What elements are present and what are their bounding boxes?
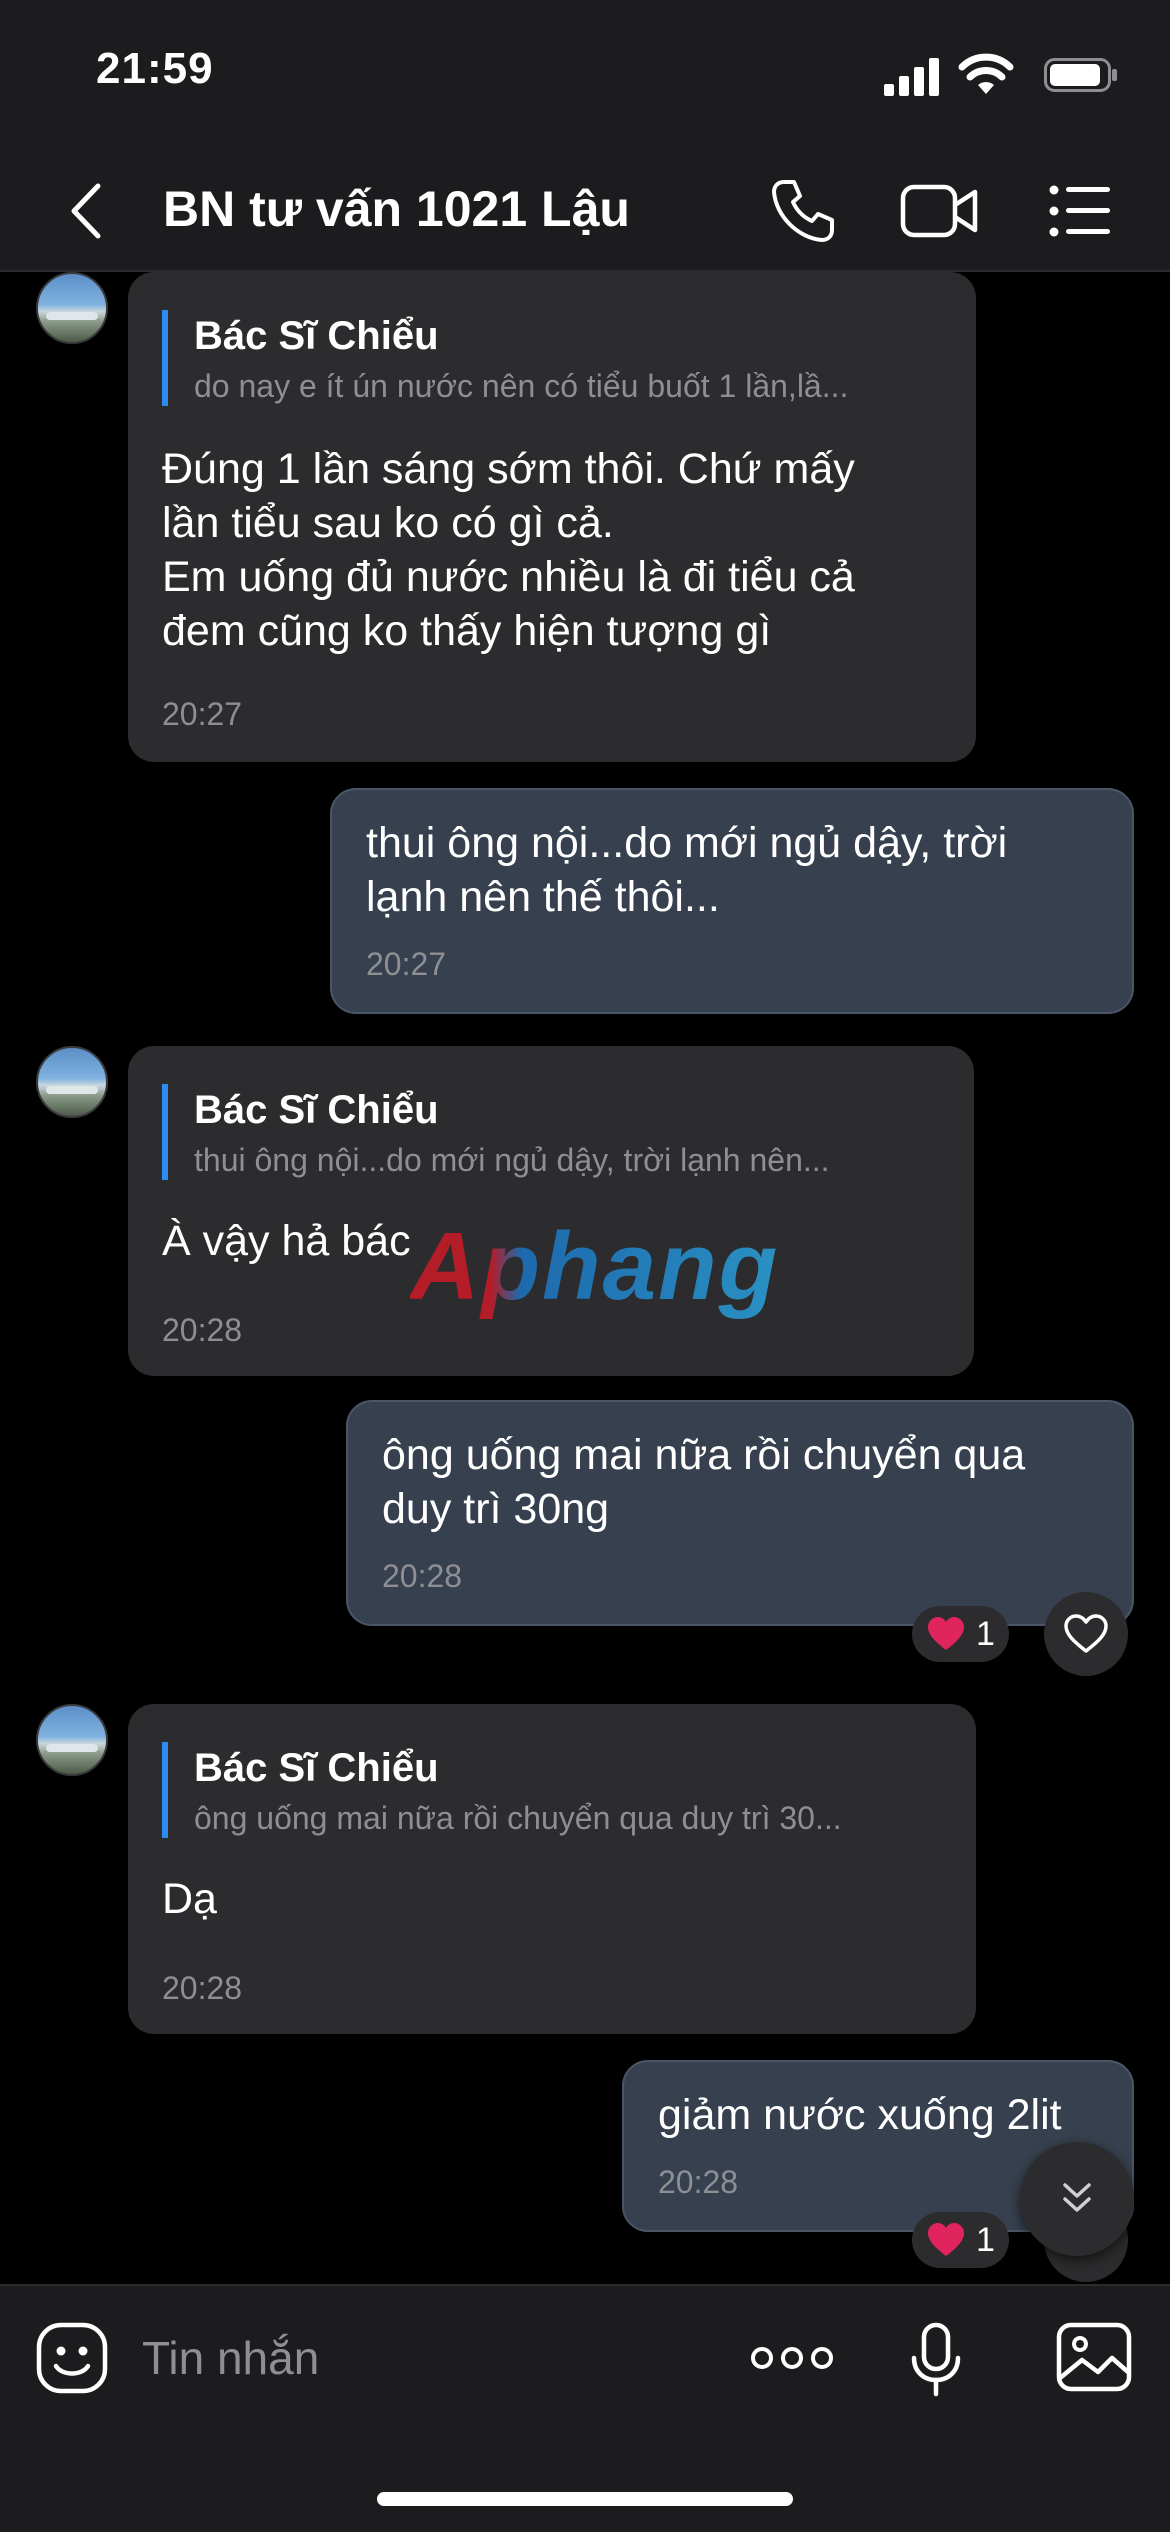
chat-header: BN tư vấn 1021 Lậu	[0, 150, 1170, 272]
message-time: 20:28	[162, 1970, 243, 2006]
heart-reaction[interactable]: 1	[912, 2212, 1009, 2268]
more-options-icon[interactable]	[750, 2342, 834, 2374]
microphone-icon[interactable]	[910, 2322, 962, 2398]
message-input[interactable]	[142, 2322, 702, 2394]
message-bubble-outgoing[interactable]: thui ông nội...do mới ngủ dậy, trời lạnh…	[330, 788, 1134, 1014]
scroll-to-bottom-button[interactable]	[1020, 2142, 1134, 2256]
quote-text: do nay e ít ún nước nên có tiểu buốt 1 l…	[194, 368, 849, 404]
message-text: giảm nước xuống 2lit	[658, 2091, 1062, 2139]
message-time: 20:28	[658, 2164, 739, 2200]
avatar[interactable]	[36, 1046, 108, 1118]
message-text: ông uống mai nữa rồi chuyển qua duy trì …	[382, 1431, 1026, 1533]
reply-quote[interactable]: Bác Sĩ Chiểu do nay e ít ún nước nên có …	[162, 310, 922, 406]
avatar[interactable]	[36, 272, 108, 344]
reaction-count: 1	[976, 2220, 995, 2259]
message-bubble-incoming[interactable]: Bác Sĩ Chiểu ông uống mai nữa rồi chuyển…	[128, 1704, 976, 2034]
image-gallery-icon[interactable]	[1056, 2322, 1132, 2392]
message-input-bar	[0, 2284, 1170, 2532]
video-call-icon[interactable]	[900, 182, 978, 240]
sticker-emoji-icon[interactable]	[36, 2322, 108, 2394]
battery-icon	[1044, 58, 1117, 92]
message-bubble-incoming[interactable]: Bác Sĩ Chiểu thui ông nội...do mới ngủ d…	[128, 1046, 974, 1376]
reaction-count: 1	[976, 1614, 995, 1653]
status-time: 21:59	[96, 44, 214, 93]
quote-text: thui ông nội...do mới ngủ dậy, trời lạnh…	[194, 1142, 830, 1178]
signal-icon	[884, 58, 939, 96]
status-bar: 21:59	[0, 0, 1170, 150]
quote-sender-name: Bác Sĩ Chiểu	[194, 314, 439, 358]
quote-text: ông uống mai nữa rồi chuyển qua duy trì …	[194, 1800, 842, 1836]
heart-icon	[928, 1617, 964, 1650]
watermark-logo: Aphang	[410, 1213, 780, 1320]
reply-quote[interactable]: Bác Sĩ Chiểu thui ông nội...do mới ngủ d…	[162, 1084, 922, 1180]
message-text: Đúng 1 lần sáng sớm thôi. Chứ mấy lần ti…	[162, 445, 855, 655]
quote-sender-name: Bác Sĩ Chiểu	[194, 1088, 439, 1132]
double-chevron-down-icon	[1063, 2183, 1091, 2212]
phone-call-icon[interactable]	[770, 178, 836, 244]
heart-outline-icon	[1064, 1614, 1108, 1653]
message-bubble-outgoing[interactable]: ông uống mai nữa rồi chuyển qua duy trì …	[346, 1400, 1134, 1626]
chat-title[interactable]: BN tư vấn 1021 Lậu	[163, 180, 630, 238]
reply-quote[interactable]: Bác Sĩ Chiểu ông uống mai nữa rồi chuyển…	[162, 1742, 922, 1838]
message-text: Dạ	[162, 1875, 217, 1923]
message-time: 20:28	[382, 1558, 463, 1594]
avatar[interactable]	[36, 1704, 108, 1776]
message-time: 20:27	[162, 696, 243, 732]
quote-sender-name: Bác Sĩ Chiểu	[194, 1746, 439, 1790]
menu-list-icon[interactable]	[1048, 182, 1112, 240]
home-indicator	[377, 2492, 793, 2506]
heart-reaction[interactable]: 1	[912, 1606, 1009, 1662]
wifi-icon	[958, 53, 1014, 94]
message-time: 20:27	[366, 946, 447, 982]
message-bubble-incoming[interactable]: Bác Sĩ Chiểu do nay e ít ún nước nên có …	[128, 272, 976, 762]
react-heart-button[interactable]	[1044, 1592, 1128, 1676]
message-text: thui ông nội...do mới ngủ dậy, trời lạnh…	[366, 819, 1008, 921]
heart-icon	[928, 2223, 964, 2256]
message-time: 20:28	[162, 1312, 243, 1348]
back-icon[interactable]	[62, 180, 112, 242]
